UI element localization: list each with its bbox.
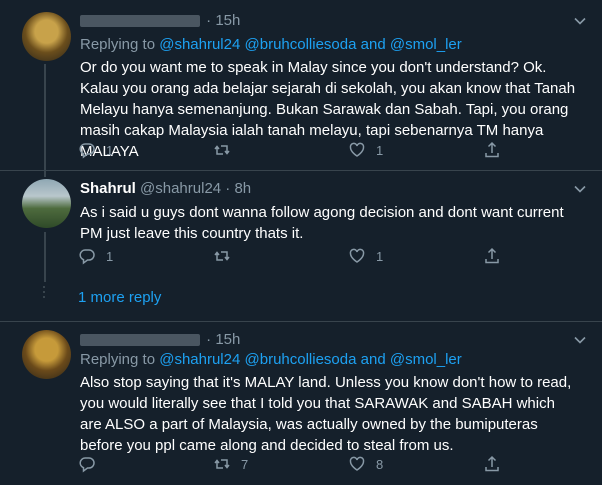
tweet-actions: 1 1 xyxy=(78,141,518,161)
mention-link[interactable]: @shahrul24 xyxy=(159,36,240,53)
timestamp[interactable]: 15h xyxy=(215,12,240,29)
like-icon xyxy=(349,142,365,157)
mention-link[interactable]: @smol_ler xyxy=(390,351,462,368)
thread-line xyxy=(44,64,46,170)
handle[interactable]: @shahrul24 xyxy=(140,180,221,197)
retweet-icon xyxy=(214,459,230,469)
retweet-count: 7 xyxy=(241,456,249,472)
avatar[interactable] xyxy=(22,330,71,379)
mention-link[interactable]: @smol_ler xyxy=(390,36,462,53)
mention-link[interactable]: @shahrul24 xyxy=(159,351,240,368)
share-button[interactable] xyxy=(483,141,501,159)
avatar[interactable] xyxy=(22,179,71,228)
more-replies-link[interactable]: 1 more reply xyxy=(78,289,161,306)
like-icon xyxy=(349,456,365,471)
share-button[interactable] xyxy=(483,455,501,473)
like-button[interactable]: 8 xyxy=(348,455,383,473)
reply-button[interactable] xyxy=(78,455,106,473)
timestamp[interactable]: 15h xyxy=(215,331,240,348)
tweet-header: · 15h xyxy=(80,12,240,30)
share-button[interactable] xyxy=(483,247,501,265)
like-count: 8 xyxy=(376,456,384,472)
retweet-button[interactable] xyxy=(213,247,241,265)
tweet-text: As i said u guys dont wanna follow agong… xyxy=(80,204,564,242)
tweet-actions: 1 1 xyxy=(78,247,518,267)
thread-line xyxy=(44,171,46,177)
share-icon xyxy=(485,247,499,264)
reply-icon xyxy=(79,143,95,159)
tweet-header: · 15h xyxy=(80,331,240,349)
retweet-icon xyxy=(214,145,230,155)
replying-to: Replying to @shahrul24 @bruhcolliesoda a… xyxy=(80,351,462,368)
tweet-1[interactable]: · 15h Replying to @shahrul24 @bruhcollie… xyxy=(0,0,602,170)
reply-button[interactable]: 1 xyxy=(78,247,113,265)
reply-icon xyxy=(79,457,95,473)
like-count: 1 xyxy=(376,142,384,158)
thread-dots xyxy=(41,283,47,301)
reply-icon xyxy=(79,249,95,265)
mention-link[interactable]: @bruhcolliesoda xyxy=(245,36,357,53)
chevron-down-icon[interactable] xyxy=(573,333,587,347)
thread-line xyxy=(44,232,46,282)
chevron-down-icon[interactable] xyxy=(573,14,587,28)
tweet-text: Also stop saying that it's MALAY land. U… xyxy=(80,374,572,454)
share-icon xyxy=(485,141,499,158)
reply-count: 1 xyxy=(106,248,114,264)
reply-button[interactable]: 1 xyxy=(78,141,113,159)
display-name[interactable]: Shahrul xyxy=(80,180,136,197)
redacted-username xyxy=(80,15,200,28)
mention-link[interactable]: @bruhcolliesoda xyxy=(245,351,357,368)
retweet-icon xyxy=(214,251,230,261)
share-icon xyxy=(485,455,499,472)
like-button[interactable]: 1 xyxy=(348,141,383,159)
timestamp[interactable]: 8h xyxy=(234,180,251,197)
like-count: 1 xyxy=(376,248,384,264)
tweet-actions: 7 8 xyxy=(78,455,518,475)
reply-count: 1 xyxy=(106,142,114,158)
redacted-username xyxy=(80,334,200,347)
tweet-header: Shahrul @shahrul24 · 8h xyxy=(80,180,252,197)
retweet-button[interactable] xyxy=(213,141,241,159)
tweet-3[interactable]: · 15h Replying to @shahrul24 @bruhcollie… xyxy=(0,322,602,485)
tweet-2[interactable]: Shahrul @shahrul24 · 8h As i said u guys… xyxy=(0,171,602,321)
retweet-button[interactable]: 7 xyxy=(213,455,248,473)
avatar[interactable] xyxy=(22,12,71,61)
replying-to: Replying to @shahrul24 @bruhcolliesoda a… xyxy=(80,36,462,53)
chevron-down-icon[interactable] xyxy=(573,182,587,196)
like-icon xyxy=(349,248,365,263)
like-button[interactable]: 1 xyxy=(348,247,383,265)
